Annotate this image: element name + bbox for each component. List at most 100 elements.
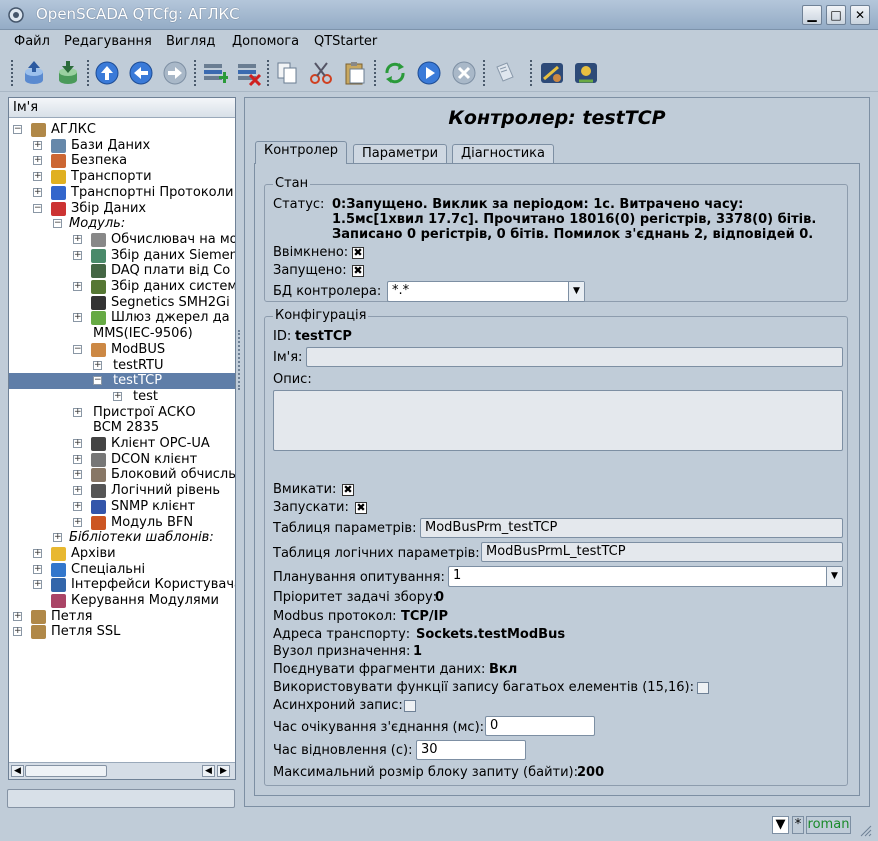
chevron-down-icon[interactable]: ▼ xyxy=(568,282,584,301)
enable-checkbox[interactable]: ✖ xyxy=(342,484,354,496)
db-save-icon[interactable] xyxy=(54,59,82,87)
tab-controller[interactable]: Контролер xyxy=(255,141,348,164)
expand-icon[interactable]: + xyxy=(73,486,82,495)
copy-icon[interactable] xyxy=(273,59,301,87)
tree-horizontal-scrollbar[interactable]: ◀ ◀ ▶ xyxy=(9,762,235,779)
tree-item[interactable]: + Пристрої АСКО xyxy=(9,405,235,421)
expand-icon[interactable]: + xyxy=(73,282,82,291)
async-checkbox[interactable] xyxy=(404,700,416,712)
collapse-icon[interactable]: − xyxy=(53,219,62,228)
delete-item-icon[interactable] xyxy=(234,59,262,87)
db-select[interactable]: *.* ▼ xyxy=(387,281,585,302)
expand-icon[interactable]: + xyxy=(33,172,42,181)
maximize-button[interactable]: □ xyxy=(826,5,846,25)
tree-item[interactable]: + Обчислювач на мо xyxy=(9,232,235,248)
tree-item[interactable]: + Безпека xyxy=(9,153,235,169)
description-field[interactable] xyxy=(273,390,843,451)
expand-icon[interactable]: + xyxy=(73,313,82,322)
resize-grip-icon[interactable] xyxy=(858,823,872,837)
expand-icon[interactable]: + xyxy=(73,502,82,511)
started-checkbox[interactable]: ✖ xyxy=(352,265,364,277)
expand-icon[interactable]: + xyxy=(73,470,82,479)
expand-icon[interactable]: + xyxy=(73,455,82,464)
tree-item[interactable]: − Модуль: xyxy=(9,216,235,232)
expand-icon[interactable]: + xyxy=(33,188,42,197)
toolbar-grip[interactable] xyxy=(11,60,14,86)
restore-field[interactable]: 30 xyxy=(416,740,526,760)
expand-icon[interactable]: + xyxy=(93,361,102,370)
chevron-down-icon[interactable]: ▼ xyxy=(772,816,789,834)
cut-icon[interactable] xyxy=(307,59,335,87)
collapse-icon[interactable]: − xyxy=(13,125,22,134)
expand-icon[interactable]: + xyxy=(13,612,22,621)
tree-item[interactable]: + DCON клієнт xyxy=(9,452,235,468)
panel-splitter[interactable] xyxy=(238,330,241,390)
expand-icon[interactable]: + xyxy=(73,408,82,417)
menu-edit[interactable]: Редагування xyxy=(64,34,152,49)
tree-item[interactable]: + testRTU xyxy=(9,358,235,374)
menu-help[interactable]: Допомога xyxy=(232,34,299,49)
tab-diagnostics[interactable]: Діагностика xyxy=(452,144,555,164)
up-icon[interactable] xyxy=(93,59,121,87)
chevron-down-icon[interactable]: ▼ xyxy=(826,567,842,586)
scroll-right-icon[interactable]: ▶ xyxy=(217,765,230,777)
name-field[interactable] xyxy=(306,347,843,367)
enabled-checkbox[interactable]: ✖ xyxy=(352,247,364,259)
app-icon[interactable] xyxy=(7,6,25,24)
tree-item[interactable]: DAQ плати від Со xyxy=(9,263,235,279)
collapse-icon[interactable]: − xyxy=(33,204,42,213)
expand-icon[interactable]: + xyxy=(33,580,42,589)
tree-item[interactable]: + Збір даних систем xyxy=(9,279,235,295)
tree-item[interactable]: BCM 2835 xyxy=(9,420,235,436)
stop-icon[interactable] xyxy=(450,59,478,87)
module-tool-icon[interactable] xyxy=(538,59,566,87)
scroll-left-icon[interactable]: ◀ xyxy=(11,765,24,777)
info-icon[interactable] xyxy=(491,59,519,87)
expand-icon[interactable]: + xyxy=(73,235,82,244)
tree-item[interactable]: Керування Модулями xyxy=(9,593,235,609)
menu-file[interactable]: Файл xyxy=(14,34,50,49)
tree-header[interactable]: Ім'я xyxy=(9,98,235,118)
tree-item[interactable]: + Бібліотеки шаблонів: xyxy=(9,530,235,546)
tree-item[interactable]: + Збір даних Siemen xyxy=(9,248,235,264)
expand-icon[interactable]: + xyxy=(53,533,62,542)
tab-parameters[interactable]: Параметри xyxy=(353,144,448,164)
menu-view[interactable]: Вигляд xyxy=(166,34,215,49)
tree-item[interactable]: + SNMP клієнт xyxy=(9,499,235,515)
prml-table-field[interactable]: ModBusPrmL_testTCP xyxy=(481,542,843,562)
tree-item[interactable]: + test xyxy=(9,389,235,405)
tree-item[interactable]: Segnetics SMH2Gi xyxy=(9,295,235,311)
close-button[interactable]: ✕ xyxy=(850,5,870,25)
expand-icon[interactable]: + xyxy=(113,392,122,401)
forward-icon[interactable] xyxy=(161,59,189,87)
menu-qtstarter[interactable]: QTStarter xyxy=(314,34,377,49)
tree-item[interactable]: − testTCP xyxy=(9,373,235,389)
tree-item[interactable]: + Блоковий обчисль xyxy=(9,467,235,483)
tree-item[interactable]: MMS(IEC-9506) xyxy=(9,326,235,342)
scrollbar-thumb[interactable] xyxy=(25,765,107,777)
expand-icon[interactable]: + xyxy=(73,251,82,260)
tree-item[interactable]: − Збір Даних xyxy=(9,201,235,217)
tree-item[interactable]: + Спеціальні xyxy=(9,562,235,578)
tree-item[interactable]: + Клієнт OPC-UA xyxy=(9,436,235,452)
start-checkbox[interactable]: ✖ xyxy=(355,502,367,514)
conn-timeout-field[interactable]: 0 xyxy=(485,716,595,736)
module-tool-2-icon[interactable] xyxy=(572,59,600,87)
navigation-tree[interactable]: Ім'я − АГЛКС + Бази Даних + Безпека + Транспорт… xyxy=(8,97,236,780)
collapse-icon[interactable]: − xyxy=(73,345,82,354)
multiwrite-checkbox[interactable] xyxy=(697,682,709,694)
refresh-icon[interactable] xyxy=(381,59,409,87)
back-icon[interactable] xyxy=(127,59,155,87)
user-indicator[interactable]: roman xyxy=(806,816,851,834)
tree-item[interactable]: + Транспортні Протоколи xyxy=(9,185,235,201)
tree-item[interactable]: + Логічний рівень xyxy=(9,483,235,499)
expand-icon[interactable]: + xyxy=(33,565,42,574)
toolbar-grip[interactable] xyxy=(530,60,533,86)
collapse-icon[interactable]: − xyxy=(93,376,102,385)
expand-icon[interactable]: + xyxy=(33,156,42,165)
add-item-icon[interactable] xyxy=(200,59,228,87)
start-icon[interactable] xyxy=(415,59,443,87)
expand-icon[interactable]: + xyxy=(73,518,82,527)
tree-item[interactable]: + Інтерфейси Користувача xyxy=(9,577,235,593)
tree-item[interactable]: + Шлюз джерел да xyxy=(9,310,235,326)
